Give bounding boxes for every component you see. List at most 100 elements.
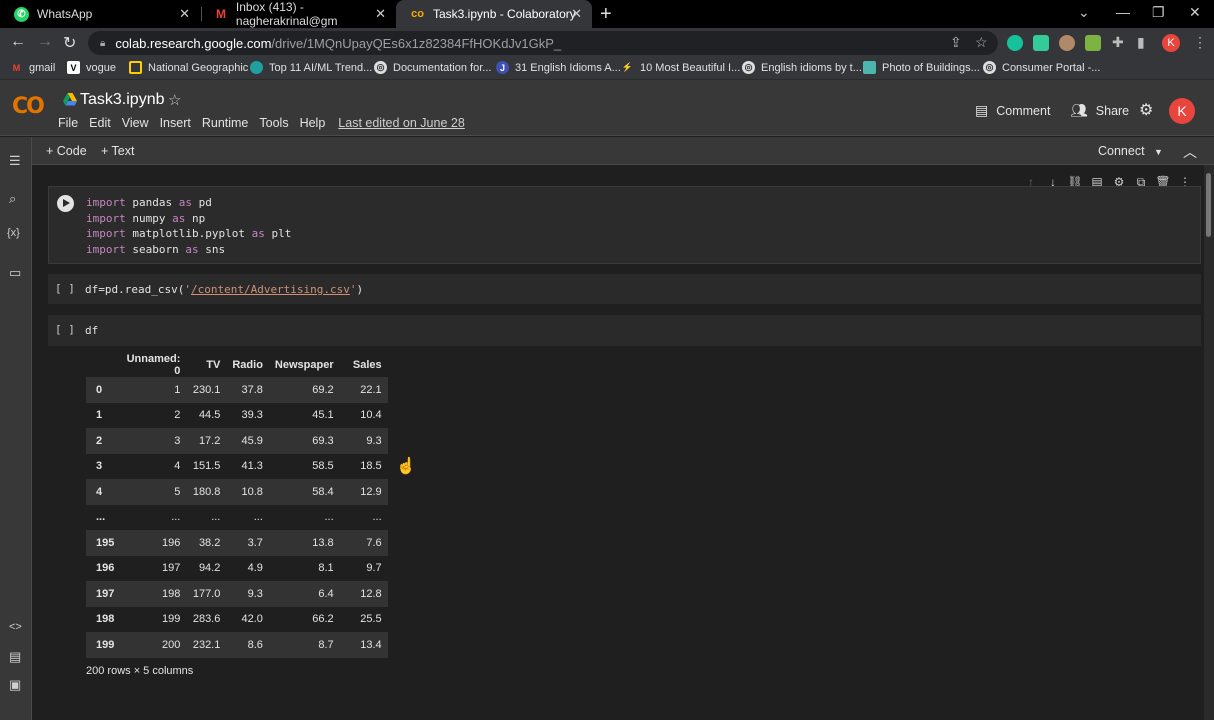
settings-gear-icon[interactable]: ⚙ [1139,100,1153,120]
bookmark-idioms[interactable]: J 31 English Idioms A... [496,61,621,74]
connect-button[interactable]: Connect ▼ [1098,144,1163,158]
browser-profile-avatar[interactable]: K [1162,34,1180,52]
whatsapp-icon: ✆ [14,6,29,22]
table-row: 196 197 94.2 4.9 8.1 9.7 [96,562,382,575]
column-header: Newspaper [274,358,334,371]
tab-colab[interactable]: co Task3.ipynb - Colaboratory ✕ [396,0,592,28]
url-field[interactable]: 🔒︎ colab.research.google.com/drive/1MQnU… [88,31,998,55]
colab-logo[interactable]: CO [12,94,45,119]
bookmark-icon [863,61,876,74]
close-icon[interactable]: ✕ [179,6,190,22]
extension-icon[interactable] [1033,35,1049,51]
lock-icon: 🔒︎ [100,37,106,49]
close-icon[interactable]: ✕ [375,6,386,22]
restore-icon[interactable]: ❐ [1152,4,1165,21]
terminal-icon[interactable]: ▣ [9,677,21,693]
collapse-header-icon[interactable]: ︿ [1183,142,1197,162]
table-of-contents-icon[interactable]: ☰ [9,153,21,169]
browser-menu-icon[interactable]: ⋮ [1193,34,1207,51]
column-header: Sales [352,358,382,371]
close-window-icon[interactable]: ✕ [1189,4,1201,21]
bookmark-vogue[interactable]: Vvogue [67,61,116,74]
code-cell[interactable]: import pandas as pd import numpy as np i… [48,186,1201,264]
extension-icon[interactable] [1059,35,1075,51]
menu-view[interactable]: View [122,116,149,130]
people-icon: 👥︎ [1070,102,1088,118]
search-icon[interactable]: ⌕ [9,191,16,207]
close-icon[interactable]: ✕ [571,6,582,22]
bookmark-icon [250,61,263,74]
notebook-title[interactable]: Task3.ipynb [80,91,165,109]
bookmark-consumer-portal[interactable]: ◎ Consumer Portal -... [983,61,1100,74]
bookmark-star-icon[interactable]: ☆ [975,34,988,51]
last-edited-link[interactable]: Last edited on June 28 [338,116,465,130]
reload-icon[interactable]: ↻ [63,33,76,53]
tab-whatsapp[interactable]: ✆ WhatsApp ✕ [0,0,200,28]
code-editor[interactable]: df=pd.read_csv('/content/Advertising.csv… [85,282,363,298]
code-cell[interactable]: [ ] df [48,315,1201,346]
table-row: 198 199 283.6 42.0 66.2 25.5 [96,613,382,626]
files-folder-icon[interactable]: ▭ [9,265,21,281]
table-row: 197 198 177.0 9.3 6.4 12.8 [86,581,388,607]
execution-count: [ ] [55,282,75,295]
tab-gmail[interactable]: M Inbox (413) - nagherakrinal@gm ✕ [200,0,396,28]
menu-runtime[interactable]: Runtime [202,116,249,130]
tab-title: WhatsApp [37,7,93,21]
left-sidebar: ☰ ⌕ {x} ▭ <> ▤ ▣ [0,137,32,720]
forward-icon[interactable]: → [37,33,53,51]
share-button[interactable]: 👥︎ Share [1070,102,1129,119]
table-header-row: Unnamed: 0 TV Radio Newspaper Sales [86,352,388,377]
variables-icon[interactable]: {x} [7,227,20,239]
bookmark-ai-ml[interactable]: Top 11 AI/ML Trend... [250,61,372,74]
table-row: 4 5 180.8 10.8 58.4 12.9 [86,479,388,505]
menu-tools[interactable]: Tools [259,116,288,130]
scrollbar[interactable] [1204,165,1214,720]
colab-header: CO Task3.ipynb ☆ File Edit View Insert R… [0,80,1214,136]
bookmark-documentation[interactable]: ◎ Documentation for... [374,61,491,74]
add-text-button[interactable]: + Text [101,144,134,158]
comment-icon: ▤ [975,102,989,118]
back-icon[interactable]: ← [10,33,26,51]
minimize-icon[interactable]: — [1116,4,1130,20]
bookmark-natgeo[interactable]: National Geographic [129,61,248,74]
run-cell-icon[interactable] [57,195,74,212]
execution-count: [ ] [55,323,75,336]
gmail-icon: M [12,62,21,73]
bookmark-gmail[interactable]: Mgmail [10,61,56,74]
extension-icon[interactable] [1085,35,1101,51]
column-header: Unnamed: 0 [126,352,181,377]
table-row: .................. [96,511,382,524]
share-page-icon[interactable]: ⇪ [950,34,962,51]
colab-icon: co [411,8,424,20]
browser-tab-strip: ✆ WhatsApp ✕ M Inbox (413) - nagherakrin… [0,0,1214,28]
vogue-icon: V [67,61,80,74]
code-cell[interactable]: [ ] df=pd.read_csv('/content/Advertising… [48,274,1201,304]
bookmark-english-idioms[interactable]: ◎ English idioms by t... [742,61,862,74]
code-editor[interactable]: import pandas as pd import numpy as np i… [86,195,291,257]
code-snippets-icon[interactable]: <> [9,621,22,633]
natgeo-icon [129,61,142,74]
extensions-puzzle-icon[interactable]: ✚ [1112,34,1124,51]
menu-insert[interactable]: Insert [160,116,191,130]
scrollbar-thumb[interactable] [1206,173,1211,237]
table-row: 0 1 230.1 37.8 69.2 22.1 [86,377,388,403]
code-editor[interactable]: df [85,323,98,339]
add-code-button[interactable]: + Code [46,144,87,158]
menu-bar: File Edit View Insert Runtime Tools Help… [58,116,476,130]
avatar[interactable]: K [1169,98,1195,124]
new-tab-icon[interactable]: + [600,3,612,26]
tab-search-icon[interactable]: ⌄ [1078,4,1090,21]
menu-file[interactable]: File [58,116,78,130]
bookmark-beautiful[interactable]: ⚡ 10 Most Beautiful I... [621,61,740,74]
command-palette-icon[interactable]: ▤ [9,649,21,665]
bookmark-photo-buildings[interactable]: Photo of Buildings... [863,61,980,74]
side-panel-icon[interactable]: ▮ [1137,34,1145,51]
comment-button[interactable]: ▤ Comment [975,102,1050,119]
table-row: 1 2 44.5 39.3 45.1 10.4 [96,409,382,422]
grammarly-extension-icon[interactable] [1007,35,1023,51]
url-host: colab.research.google.com [115,35,272,51]
menu-help[interactable]: Help [300,116,326,130]
dataframe-shape: 200 rows × 5 columns [86,665,194,677]
menu-edit[interactable]: Edit [89,116,111,130]
star-icon[interactable]: ☆ [168,91,181,109]
